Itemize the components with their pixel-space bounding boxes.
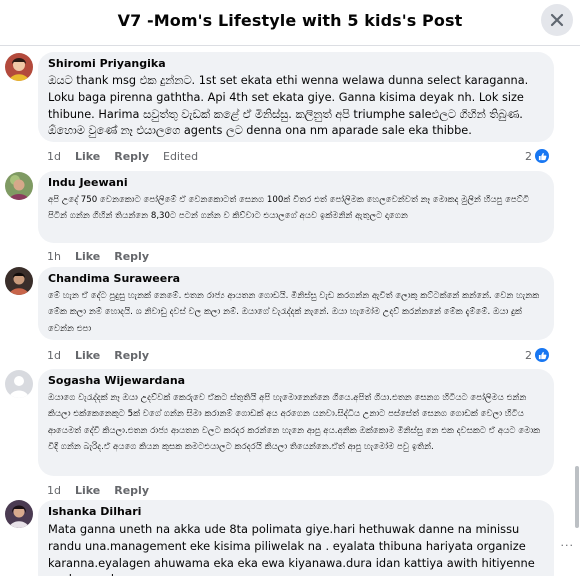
comment-actions: 1d Like Reply Edited bbox=[47, 150, 212, 163]
comments-feed[interactable]: Shiromi Priyangika ඔයට thank msg එක දුන්… bbox=[0, 46, 580, 576]
reaction-summary[interactable]: 2 bbox=[525, 148, 550, 164]
like-button[interactable]: Like bbox=[75, 250, 100, 263]
avatar[interactable] bbox=[5, 370, 33, 398]
post-header: V7 -Mom's Lifestyle with 5 kids's Post bbox=[0, 0, 580, 46]
comment-bubble: Sogasha Wijewardana ඔයාගෙ වැරැද්දක් නෑ ඔ… bbox=[38, 369, 554, 476]
comment-text: මේ හැන ඒ දේට පුදුසු හැනක් නෙමේ. එතන රාජ්… bbox=[48, 291, 540, 334]
comment-text: Mata ganna uneth na akka ude 8ta polimat… bbox=[48, 522, 535, 576]
avatar[interactable] bbox=[5, 53, 33, 81]
comment-bubble: Ishanka Dilhari Mata ganna uneth na akka… bbox=[38, 500, 554, 576]
like-button[interactable]: Like bbox=[75, 150, 100, 163]
reply-button[interactable]: Reply bbox=[114, 250, 149, 263]
comment-author[interactable]: Ishanka Dilhari bbox=[48, 505, 544, 519]
close-icon bbox=[550, 13, 564, 27]
reaction-count: 2 bbox=[525, 149, 532, 163]
post-title: V7 -Mom's Lifestyle with 5 kids's Post bbox=[117, 11, 463, 30]
like-button[interactable]: Like bbox=[75, 349, 100, 362]
comment-bubble: Chandima Suraweera මේ හැන ඒ දේට පුදුසු හ… bbox=[38, 267, 554, 340]
reaction-count: 2 bbox=[525, 348, 532, 362]
comment-timestamp[interactable]: 1d bbox=[47, 349, 61, 362]
comment-text: ඔයාගෙ වැරැද්දක් නෑ ඔයා උදව්වක් කෙරුවෙ ඒක… bbox=[48, 393, 541, 453]
like-icon bbox=[534, 148, 550, 164]
like-icon bbox=[534, 347, 550, 363]
avatar[interactable] bbox=[5, 172, 33, 200]
reply-button[interactable]: Reply bbox=[114, 150, 149, 163]
comment-text: ඔයට thank msg එක දුන්නට. 1st set ekata e… bbox=[48, 74, 529, 138]
comment-bubble: Shiromi Priyangika ඔයට thank msg එක දුන්… bbox=[38, 52, 554, 142]
reply-button[interactable]: Reply bbox=[114, 484, 149, 497]
more-options-icon[interactable]: ··· bbox=[561, 539, 575, 552]
reaction-summary[interactable]: 2 bbox=[525, 347, 550, 363]
comment-author[interactable]: Indu Jeewani bbox=[48, 176, 544, 190]
comment-author[interactable]: Shiromi Priyangika bbox=[48, 57, 544, 71]
comment-author[interactable]: Sogasha Wijewardana bbox=[48, 374, 544, 388]
reply-button[interactable]: Reply bbox=[114, 349, 149, 362]
comment-actions: 1d Like Reply bbox=[47, 484, 163, 497]
comment-actions: 1d Like Reply bbox=[47, 349, 163, 362]
comment-timestamp[interactable]: 1h bbox=[47, 250, 61, 263]
comment-timestamp[interactable]: 1d bbox=[47, 150, 61, 163]
comment-author[interactable]: Chandima Suraweera bbox=[48, 272, 544, 286]
close-button[interactable] bbox=[541, 4, 573, 36]
edited-label: Edited bbox=[163, 150, 199, 163]
comment-bubble: Indu Jeewani අපි උදේ 750 වෙනකොට පෝලිමේ ඒ… bbox=[38, 171, 554, 243]
comment-actions: 1h Like Reply bbox=[47, 250, 163, 263]
avatar[interactable] bbox=[5, 267, 33, 295]
scrollbar[interactable] bbox=[575, 466, 579, 528]
avatar[interactable] bbox=[5, 500, 33, 528]
comment-timestamp[interactable]: 1d bbox=[47, 484, 61, 497]
like-button[interactable]: Like bbox=[75, 484, 100, 497]
comment-text: අපි උදේ 750 වෙනකොට පෝලිමේ ඒ වෙනකොටත් සෙන… bbox=[48, 195, 530, 222]
